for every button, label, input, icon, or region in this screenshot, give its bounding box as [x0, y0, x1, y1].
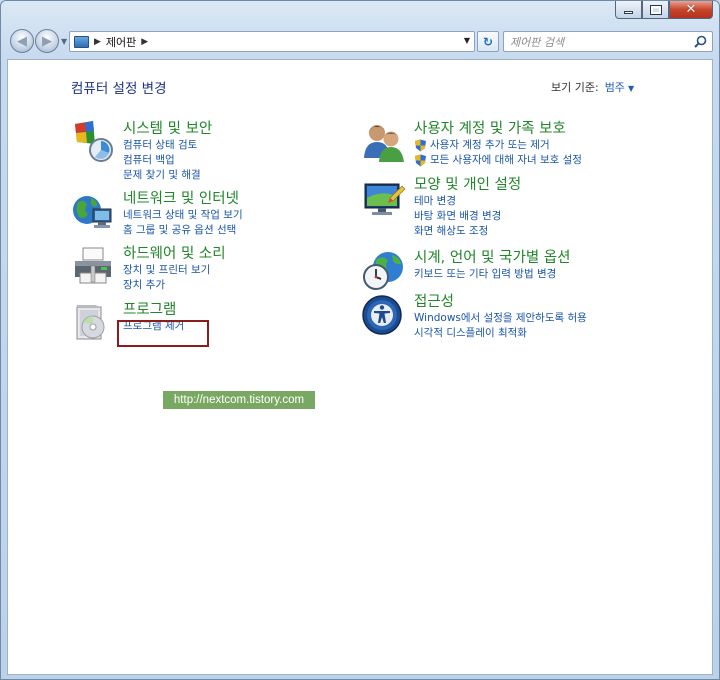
category-content: 시계, 언어 및 국가별 옵션 키보드 또는 기타 입력 방법 변경 — [414, 249, 570, 293]
task-link[interactable]: 모든 사용자에 대해 자녀 보호 설정 — [414, 153, 582, 168]
task-link[interactable]: 사용자 계정 추가 또는 제거 — [414, 138, 582, 153]
task-link[interactable]: 장치 및 프린터 보기 — [123, 263, 226, 278]
category-content: 하드웨어 및 소리 장치 및 프린터 보기 장치 추가 — [123, 245, 226, 293]
minimize-icon — [624, 10, 633, 14]
highlight-box — [117, 320, 209, 347]
forward-button[interactable]: ▶ — [35, 29, 59, 53]
control-panel-window: ✕ ◀ ▶ ▼ ▶ 제어판 ▶ ▼ ↻ 제어판 검색 컴퓨터 설정 변경 보기 … — [0, 0, 720, 680]
category-ease-of-access: 접근성 Windows에서 설정을 제안하도록 허용 시각적 디스플레이 최적화 — [362, 293, 587, 341]
accessibility-icon[interactable] — [362, 293, 406, 337]
task-link[interactable]: 컴퓨터 상태 검토 — [123, 138, 212, 153]
refresh-icon: ↻ — [482, 34, 494, 49]
category-user-accounts: 사용자 계정 및 가족 보호 사용자 계정 추가 또는 제거 모든 사용자에 대… — [362, 120, 582, 168]
category-title-link[interactable]: 모양 및 개인 설정 — [414, 176, 521, 194]
category-title-link[interactable]: 시계, 언어 및 국가별 옵션 — [414, 249, 570, 267]
task-link-label[interactable]: 모든 사용자에 대해 자녀 보호 설정 — [430, 153, 582, 168]
task-link[interactable]: 홈 그룹 및 공유 옵션 선택 — [123, 223, 243, 238]
close-button[interactable]: ✕ — [669, 1, 713, 19]
task-link[interactable]: 문제 찾기 및 해결 — [123, 168, 212, 183]
forward-arrow-icon: ▶ — [42, 33, 52, 49]
view-by-label: 보기 기준: — [551, 81, 599, 94]
category-title-link[interactable]: 접근성 — [414, 293, 587, 311]
caption-buttons: ✕ — [615, 1, 713, 19]
page-title: 컴퓨터 설정 변경 — [71, 81, 167, 97]
network-icon[interactable] — [71, 190, 115, 234]
close-icon: ✕ — [685, 2, 697, 17]
task-link[interactable]: 장치 추가 — [123, 278, 226, 293]
address-dropdown-icon[interactable]: ▼ — [464, 36, 470, 45]
watermark: http://nextcom.tistory.com — [163, 391, 315, 409]
uac-shield-icon — [415, 139, 426, 152]
search-box[interactable]: 제어판 검색 — [503, 31, 713, 52]
maximize-button[interactable] — [642, 1, 669, 19]
category-content: 사용자 계정 및 가족 보호 사용자 계정 추가 또는 제거 모든 사용자에 대… — [414, 120, 582, 168]
navigation-bar: ◀ ▶ ▼ ▶ 제어판 ▶ ▼ ↻ 제어판 검색 — [1, 27, 720, 57]
category-title-link[interactable]: 네트워크 및 인터넷 — [123, 190, 243, 208]
back-arrow-icon: ◀ — [17, 33, 27, 49]
category-content: 네트워크 및 인터넷 네트워크 상태 및 작업 보기 홈 그룹 및 공유 옵션 … — [123, 190, 243, 238]
task-link[interactable]: 시각적 디스플레이 최적화 — [414, 326, 587, 341]
system-security-icon[interactable] — [71, 120, 115, 164]
category-title-link[interactable]: 시스템 및 보안 — [123, 120, 212, 138]
task-link[interactable]: 키보드 또는 기타 입력 방법 변경 — [414, 267, 570, 282]
content-pane: 컴퓨터 설정 변경 보기 기준: 범주 ▼ 시스템 및 보안 컴퓨터 상태 검토 컴… — [7, 59, 713, 675]
task-link[interactable]: Windows에서 설정을 제안하도록 허용 — [414, 311, 587, 326]
breadcrumb-separator-icon[interactable]: ▶ — [94, 37, 101, 47]
control-panel-icon — [74, 35, 89, 48]
programs-icon[interactable] — [71, 301, 115, 345]
uac-shield-icon — [415, 154, 426, 167]
chevron-down-icon[interactable]: ▼ — [628, 84, 634, 93]
clock-globe-icon[interactable] — [362, 249, 406, 293]
category-content: 접근성 Windows에서 설정을 제안하도록 허용 시각적 디스플레이 최적화 — [414, 293, 587, 341]
search-input[interactable]: 제어판 검색 — [510, 34, 564, 50]
category-hardware-sound: 하드웨어 및 소리 장치 및 프린터 보기 장치 추가 — [71, 245, 226, 293]
category-title-link[interactable]: 하드웨어 및 소리 — [123, 245, 226, 263]
category-title-link[interactable]: 프로그램 — [123, 301, 184, 319]
minimize-button[interactable] — [615, 1, 642, 19]
category-title-link[interactable]: 사용자 계정 및 가족 보호 — [414, 120, 582, 138]
category-system-security: 시스템 및 보안 컴퓨터 상태 검토 컴퓨터 백업 문제 찾기 및 해결 — [71, 120, 212, 183]
task-link[interactable]: 네트워크 상태 및 작업 보기 — [123, 208, 243, 223]
recent-pages-dropdown[interactable]: ▼ — [61, 37, 67, 46]
category-clock-language-region: 시계, 언어 및 국가별 옵션 키보드 또는 기타 입력 방법 변경 — [362, 249, 570, 293]
users-icon[interactable] — [362, 120, 406, 164]
view-by-dropdown[interactable]: 범주 — [605, 81, 625, 94]
address-bar[interactable]: ▶ 제어판 ▶ ▼ — [69, 31, 475, 52]
printer-icon[interactable] — [71, 245, 115, 289]
breadcrumb-separator-icon[interactable]: ▶ — [141, 37, 148, 47]
back-button[interactable]: ◀ — [10, 29, 34, 53]
category-content: 시스템 및 보안 컴퓨터 상태 검토 컴퓨터 백업 문제 찾기 및 해결 — [123, 120, 212, 183]
search-icon[interactable] — [694, 35, 707, 48]
category-network-internet: 네트워크 및 인터넷 네트워크 상태 및 작업 보기 홈 그룹 및 공유 옵션 … — [71, 190, 243, 238]
view-by: 보기 기준: 범주 ▼ — [551, 79, 634, 95]
category-appearance: 모양 및 개인 설정 테마 변경 바탕 화면 배경 변경 화면 해상도 조정 — [362, 176, 521, 239]
refresh-button[interactable]: ↻ — [477, 31, 499, 52]
task-link[interactable]: 화면 해상도 조정 — [414, 224, 521, 239]
task-link-label[interactable]: 사용자 계정 추가 또는 제거 — [430, 138, 550, 153]
display-icon[interactable] — [362, 176, 406, 220]
task-link[interactable]: 테마 변경 — [414, 194, 521, 209]
category-content: 모양 및 개인 설정 테마 변경 바탕 화면 배경 변경 화면 해상도 조정 — [414, 176, 521, 239]
maximize-icon — [649, 4, 662, 15]
task-link[interactable]: 컴퓨터 백업 — [123, 153, 212, 168]
task-link[interactable]: 바탕 화면 배경 변경 — [414, 209, 521, 224]
breadcrumb-control-panel[interactable]: 제어판 — [106, 34, 136, 50]
